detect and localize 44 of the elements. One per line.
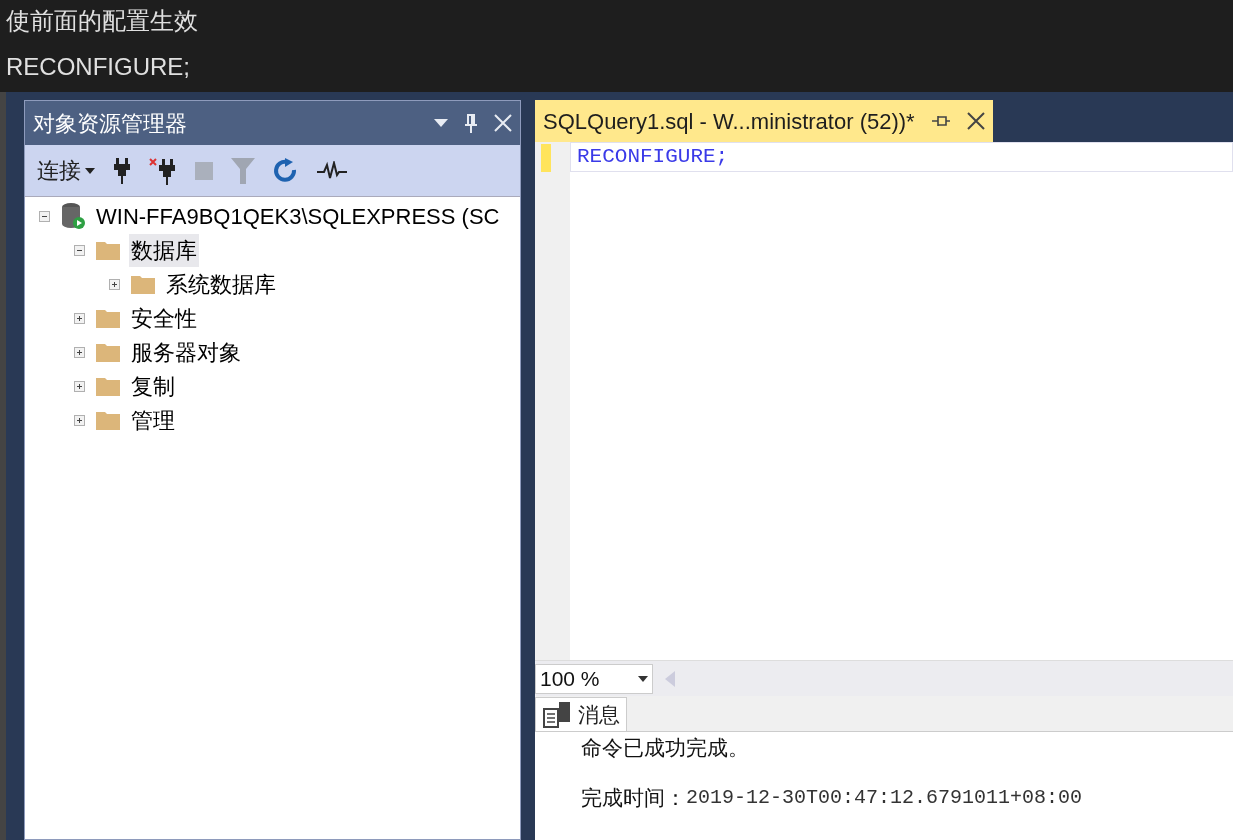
expand-icon[interactable] (74, 312, 85, 324)
expand-icon[interactable] (74, 346, 85, 358)
disconnect-icon[interactable] (149, 156, 177, 185)
tab-title: SQLQuery1.sql - W...ministrator (52))* (543, 107, 915, 136)
tree-item[interactable]: 系统数据库 (164, 267, 278, 301)
zoom-dropdown[interactable]: 100 % (535, 663, 653, 694)
caret-icon (638, 675, 648, 682)
folder-icon (95, 341, 121, 363)
database-server-icon (60, 202, 86, 230)
folder-icon (95, 239, 121, 261)
article-text: RECONFIGURE; (6, 52, 191, 82)
plug-icon[interactable] (113, 157, 131, 184)
article-text: 使前面的配置生效 (6, 6, 199, 36)
tree-item[interactable]: 服务器对象 (129, 335, 243, 369)
connect-button[interactable]: 连接 (37, 154, 95, 187)
folder-icon (95, 409, 121, 431)
dropdown-icon[interactable] (434, 119, 448, 127)
collapse-icon[interactable] (39, 210, 50, 222)
folder-icon (95, 375, 121, 397)
activity-monitor-icon[interactable] (317, 160, 347, 181)
expand-icon[interactable] (74, 414, 85, 426)
message-icon (542, 700, 572, 729)
completion-time: 2019-12-30T00:47:12.6791011+08:00 (686, 784, 1083, 811)
query-tab[interactable]: SQLQuery1.sql - W...ministrator (52))* (535, 100, 993, 142)
panel-title: 对象资源管理器 (33, 109, 188, 138)
tree-item[interactable]: 复制 (129, 369, 177, 403)
tree-item[interactable]: 数据库 (129, 233, 199, 267)
change-marker (541, 144, 551, 172)
tree-item[interactable]: 管理 (129, 403, 177, 437)
folder-icon (130, 273, 156, 295)
folder-icon (95, 307, 121, 329)
pin-icon[interactable] (930, 114, 951, 128)
completion-label: 完成时间： (581, 785, 686, 811)
expand-icon[interactable] (109, 278, 120, 290)
close-icon[interactable] (966, 112, 985, 130)
caret-icon (85, 167, 95, 174)
refresh-icon[interactable] (273, 157, 299, 184)
messages-tab[interactable]: 消息 (535, 697, 627, 731)
tree-item[interactable]: WIN-FFA9BQ1QEK3\SQLEXPRESS (SC (94, 199, 502, 233)
expand-icon[interactable] (74, 380, 85, 392)
pin-icon[interactable] (464, 113, 478, 133)
tree-item[interactable]: 安全性 (129, 301, 199, 335)
message-text: 命令已成功完成。 (581, 735, 750, 761)
collapse-icon[interactable] (74, 244, 85, 256)
